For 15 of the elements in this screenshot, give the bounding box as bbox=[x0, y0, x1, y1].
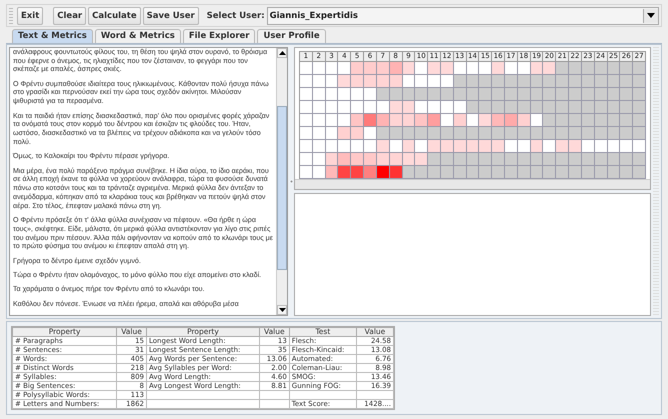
toolbar-button[interactable]: Clear bbox=[53, 6, 86, 25]
tab[interactable]: User Profile bbox=[257, 29, 326, 43]
user-dropdown[interactable]: Giannis_Expertidis bbox=[266, 6, 659, 25]
tab[interactable]: Word & Metrics bbox=[94, 29, 181, 43]
toolbar-button[interactable]: Save User bbox=[142, 6, 199, 25]
tab[interactable]: File Explorer bbox=[182, 29, 256, 43]
scrollbar[interactable] bbox=[276, 48, 287, 315]
toolbar-grip bbox=[9, 8, 13, 24]
scrollbar[interactable] bbox=[653, 46, 659, 316]
tab[interactable]: Text & Metrics bbox=[12, 29, 93, 43]
scroll-up-arrow-icon[interactable] bbox=[277, 48, 287, 58]
exit-button[interactable]: Exit bbox=[17, 6, 44, 25]
scroll-down-arrow-icon[interactable] bbox=[277, 305, 287, 315]
select-user-label: Select User: bbox=[206, 10, 265, 21]
toolbar-button[interactable]: Calculate bbox=[88, 6, 141, 25]
